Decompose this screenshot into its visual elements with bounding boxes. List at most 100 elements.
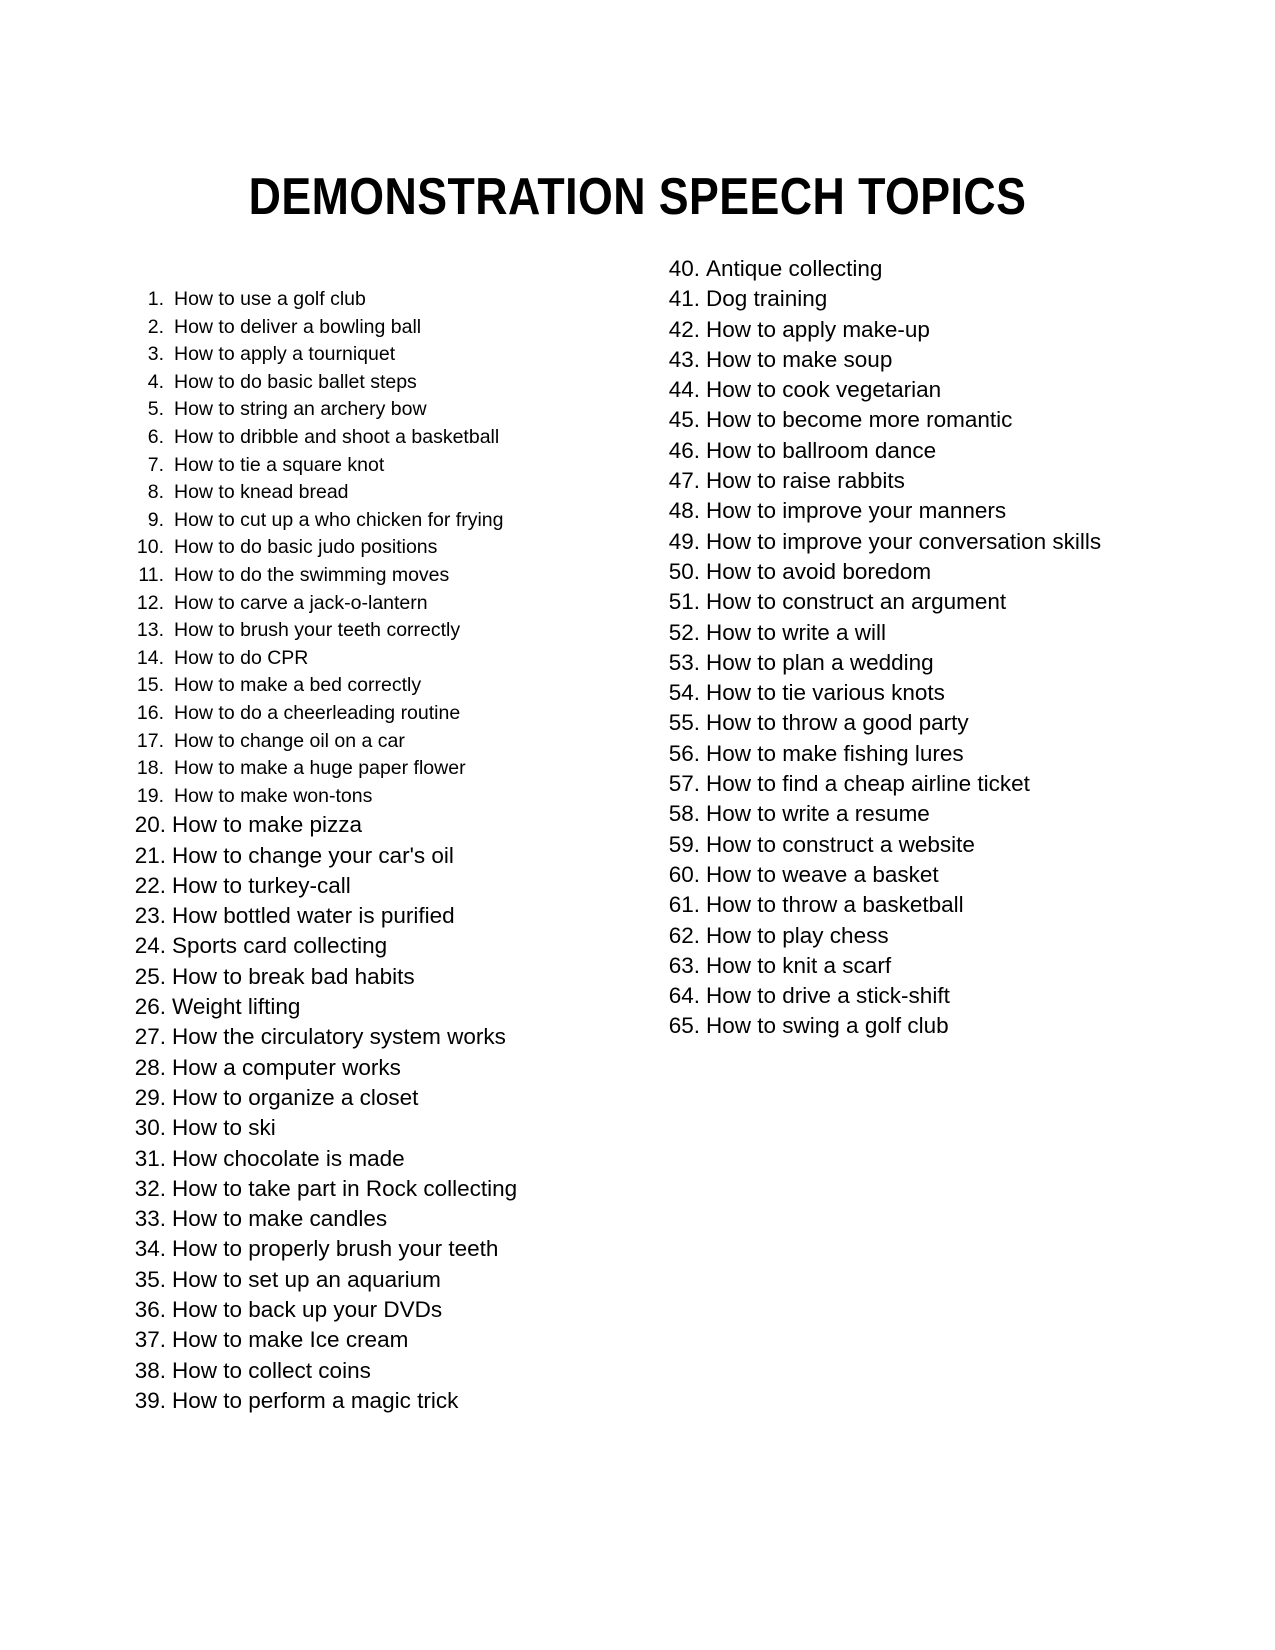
list-item-number: 20. [134,812,166,838]
list-item: 16. How to do a cheerleading routine [128,700,648,728]
list-item: 60. How to weave a basket [662,860,1202,890]
list-item-label: How to avoid boredom [706,558,932,584]
list-item-number: 17. [136,729,164,752]
list-item: 63. How to knit a scarf [662,951,1202,981]
list-item-number: 10. [136,536,164,559]
list-item: 53. How to plan a wedding [662,648,1202,678]
list-item-number: 44. [668,377,700,403]
list-item: 9. How to cut up a who chicken for frying [128,507,648,535]
list-item: 14. How to do CPR [128,645,648,673]
list-item: 43. How to make soup [662,345,1202,375]
list-item-number: 34. [134,1236,166,1262]
list-item-label: How to organize a closet [172,1084,419,1110]
list-item-number: 22. [134,872,166,898]
list-item-label: How to take part in Rock collecting [172,1175,518,1201]
list-item-label: How to plan a wedding [706,649,934,675]
list-item-number: 8. [147,481,164,504]
list-item: 11. How to do the swimming moves [128,562,648,590]
list-item: 44. How to cook vegetarian [662,375,1202,405]
list-item-label: How to make fishing lures [706,740,964,766]
list-item-label: How to construct an argument [706,589,1007,615]
list-item-label: How to make a huge paper flower [174,757,466,780]
list-item: 54. How to tie various knots [662,678,1202,708]
list-item: 7. How to tie a square knot [128,452,648,480]
list-item: 12. How to carve a jack-o-lantern [128,590,648,618]
list-item-number: 41. [668,286,700,312]
list-item: 52. How to write a will [662,618,1202,648]
list-item-number: 60. [668,861,700,887]
list-item-number: 61. [668,892,700,918]
list-item-number: 36. [134,1297,166,1323]
list-item-label: How to tie various knots [706,680,945,706]
list-item-number: 18. [136,757,164,780]
list-item-number: 15. [136,674,164,697]
list-item-label: How to change oil on a car [174,729,405,752]
list-item-number: 35. [134,1266,166,1292]
list-item: 50. How to avoid boredom [662,557,1202,587]
list-item: 8. How to knead bread [128,479,648,507]
list-item-number: 58. [668,801,700,827]
list-item-number: 52. [668,619,700,645]
list-item-number: 25. [134,963,166,989]
list-item-label: How to throw a basketball [706,892,964,918]
list-item: 30. How to ski [128,1113,648,1143]
topics-column-left: 1. How to use a golf club 2. How to deliver… [128,286,648,1416]
list-item-number: 39. [134,1387,166,1413]
list-item: 33. How to make candles [128,1204,648,1234]
list-item-label: How to ballroom dance [706,437,937,463]
list-item: 39. How to perform a magic trick [128,1386,648,1416]
list-item-number: 13. [136,619,164,642]
list-item: 26. Weight lifting [128,992,648,1022]
list-item: 25. How to break bad habits [128,962,648,992]
list-item-label: How chocolate is made [172,1145,405,1171]
list-item-number: 53. [668,649,700,675]
list-item-label: How to string an archery bow [174,398,427,421]
list-item-number: 3. [147,343,164,366]
list-item-number: 51. [668,589,700,615]
list-item: 42. How to apply make-up [662,315,1202,345]
list-item-label: How the circulatory system works [172,1024,506,1050]
list-item: 34. How to properly brush your teeth [128,1234,648,1264]
topics-list-small: 1. How to use a golf club 2. How to deliver… [128,286,648,810]
list-item: 5. How to string an archery bow [128,396,648,424]
list-item-label: How to cut up a who chicken for frying [174,508,504,531]
list-item-label: How to do the swimming moves [174,563,450,586]
list-item: 47. How to raise rabbits [662,466,1202,496]
list-item-number: 62. [668,922,700,948]
list-item-number: 54. [668,680,700,706]
list-item-number: 21. [134,842,166,868]
list-item-number: 38. [134,1357,166,1383]
list-item-number: 28. [134,1054,166,1080]
list-item: 35. How to set up an aquarium [128,1265,648,1295]
list-item-number: 64. [668,983,700,1009]
list-item-number: 29. [134,1084,166,1110]
list-item-label: How to swing a golf club [706,1013,949,1039]
list-item-label: How to use a golf club [174,288,366,310]
list-item: 40. Antique collecting [662,254,1202,284]
list-item-label: How to apply a tourniquet [174,343,396,366]
list-item-number: 23. [134,903,166,929]
list-item: 19. How to make won-tons [128,783,648,811]
list-item-number: 7. [147,453,164,476]
list-item-label: How to perform a magic trick [172,1387,459,1413]
list-item-number: 31. [134,1145,166,1171]
list-item-label: How to carve a jack-o-lantern [174,591,428,614]
list-item-number: 56. [668,740,700,766]
list-item-label: How to back up your DVDs [172,1297,443,1323]
list-item-number: 45. [668,407,700,433]
list-item-label: How to weave a basket [706,861,939,887]
list-item: 64. How to drive a stick-shift [662,981,1202,1011]
list-item-number: 4. [147,370,164,393]
list-item-number: 14. [136,646,164,669]
list-item-label: How to throw a good party [706,710,969,736]
list-item-number: 33. [134,1206,166,1232]
topics-list-large: 20. How to make pizza 21. How to change you… [128,810,648,1416]
list-item-label: How to knead bread [174,481,349,504]
list-item-label: How to set up an aquarium [172,1266,441,1292]
page-title: DEMONSTRATION SPEECH TOPICS [248,167,1027,226]
list-item-label: How to turkey-call [172,872,351,898]
list-item-label: How to improve your manners [706,498,1007,524]
list-item-label: How to make pizza [172,812,363,838]
list-item-label: How to become more romantic [706,407,1013,433]
list-item: 61. How to throw a basketball [662,890,1202,920]
